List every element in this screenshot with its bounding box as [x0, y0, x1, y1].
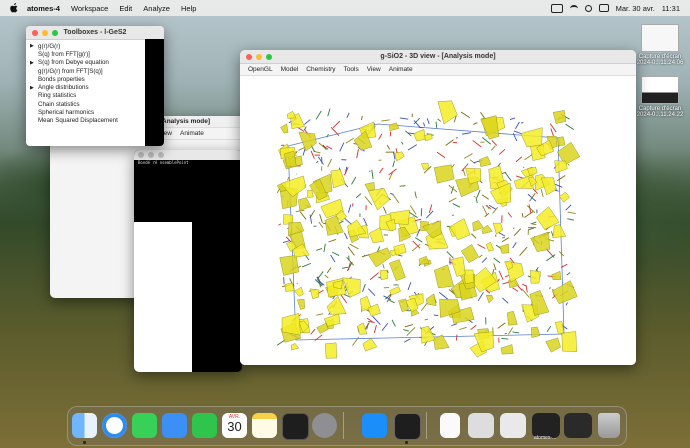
atomes-minimized-label: atomes-... — [534, 435, 557, 441]
control-center-icon[interactable] — [598, 4, 609, 12]
battery-icon[interactable] — [550, 3, 563, 13]
molecular-3d-viewport[interactable] — [240, 76, 636, 365]
minimize-button[interactable] — [256, 53, 262, 60]
graph-console-text: Bondé ré nsemblePoint — [138, 160, 189, 165]
toolbox-list: ▶ g(r)/G(r) S(q) from FFT[g(r)] ▶ S(q) from … — [26, 40, 164, 125]
toolbox-item[interactable]: Mean Squared Displacement — [26, 117, 164, 125]
messages-icon[interactable] — [132, 413, 157, 438]
toolbox-item[interactable]: Bonds properties — [26, 75, 164, 83]
file-thumbnail — [641, 24, 679, 52]
menu-edit[interactable]: Edit — [119, 4, 132, 13]
desktop-file-screenshot-1[interactable]: Capture d'écran 2024-0...11.24.06 — [630, 24, 690, 66]
system-settings-icon[interactable] — [312, 413, 337, 438]
view3d-titlebar[interactable]: g-SiO2 - 3D view - [Analysis mode] — [240, 50, 636, 64]
toolbox-item[interactable]: g(r)/G(r) from FFT[S(q)] — [26, 67, 164, 75]
minimize-button[interactable] — [148, 152, 154, 158]
toolbox-item[interactable]: ▶ g(r)/G(r) — [26, 42, 164, 50]
bg-window-title: Analysis mode] — [162, 118, 211, 125]
minimize-button[interactable] — [42, 29, 48, 36]
menu-animate[interactable]: Animate — [180, 130, 204, 137]
running-indicator — [405, 441, 408, 444]
file-subname: 2024-0...11.24.06 — [636, 60, 684, 66]
apple-menu-icon[interactable] — [9, 3, 19, 13]
notes-icon[interactable] — [252, 413, 277, 438]
close-button[interactable] — [246, 53, 252, 60]
menu-date[interactable]: Mar. 30 avr. — [616, 4, 655, 13]
expand-arrow-icon[interactable]: ▶ — [30, 60, 34, 66]
desktop-file-screenshot-2[interactable]: Capture d'écran 2024-0...11.24.22 — [630, 76, 690, 118]
menu-view[interactable]: View — [367, 66, 381, 73]
close-button[interactable] — [32, 29, 38, 36]
minimized-window-2[interactable] — [500, 413, 526, 438]
calendar-icon[interactable]: AVR. 30 — [222, 413, 247, 438]
toolbox-item[interactable]: Chain statistics — [26, 100, 164, 108]
menu-animate[interactable]: Animate — [389, 66, 413, 73]
dock-separator — [343, 412, 344, 439]
search-icon[interactable] — [584, 4, 592, 12]
zoom-button[interactable] — [158, 152, 164, 158]
toolbox-item-label: Ring statistics — [38, 92, 77, 100]
trash-icon[interactable] — [598, 413, 620, 438]
graph-window[interactable]: Bondé ré nsemblePoint — [134, 150, 242, 372]
minimized-window-3[interactable] — [564, 413, 592, 438]
toolbox-item-label: Chain statistics — [38, 100, 80, 108]
menu-bar: atomes-4 Workspace Edit Analyze Help Mar… — [0, 0, 690, 16]
menu-app-name[interactable]: atomes-4 — [27, 4, 60, 13]
toolbox-item[interactable]: S(q) from FFT[g(r)] — [26, 50, 164, 58]
view3d-title: g-SiO2 - 3D view - [Analysis mode] — [380, 53, 496, 60]
toolbox-dark-strip — [145, 39, 164, 146]
toolbox-item-label: Mean Squared Displacement — [38, 117, 118, 125]
zoom-button[interactable] — [52, 29, 58, 36]
view3d-window[interactable]: g-SiO2 - 3D view - [Analysis mode] OpenG… — [240, 50, 636, 365]
toolboxes-window[interactable]: Toolboxes - l-GeS2 ▶ g(r)/G(r) S(q) from F… — [26, 26, 164, 146]
finder-icon[interactable] — [72, 413, 97, 438]
atoms-and-bonds — [276, 100, 581, 359]
menu-analyze[interactable]: Analyze — [143, 4, 170, 13]
toolbox-item-label: g(r)/G(r) from FFT[S(q)] — [38, 67, 103, 75]
facetime-icon[interactable] — [192, 413, 217, 438]
document-icon[interactable] — [440, 413, 460, 438]
mail-icon[interactable] — [162, 413, 187, 438]
toolbox-item-label: Angle distributions — [38, 84, 89, 92]
menu-time[interactable]: 11:31 — [662, 4, 680, 13]
toolboxes-titlebar[interactable]: Toolboxes - l-GeS2 — [26, 26, 164, 40]
zoom-button[interactable] — [266, 53, 272, 60]
safari-icon[interactable] — [102, 413, 127, 438]
toolbox-item[interactable]: ▶ S(q) from Debye equation — [26, 59, 164, 67]
toolbox-item[interactable]: ▶ Angle distributions — [26, 83, 164, 91]
graph-window-titlebar[interactable] — [134, 150, 242, 160]
menu-opengl[interactable]: OpenGL — [248, 66, 273, 73]
menu-tools[interactable]: Tools — [344, 66, 359, 73]
expand-arrow-icon[interactable]: ▶ — [30, 43, 34, 49]
toolbox-item[interactable]: Ring statistics — [26, 92, 164, 100]
calendar-day: 30 — [227, 419, 242, 434]
file-subname: 2024-0...11.24.22 — [636, 112, 684, 118]
app-store-icon[interactable] — [362, 413, 387, 438]
expand-arrow-icon[interactable]: ▶ — [30, 85, 34, 91]
running-indicator — [83, 441, 86, 444]
terminal-icon[interactable] — [282, 413, 309, 440]
view3d-menubar: OpenGL Model Chemistry Tools View Animat… — [240, 64, 636, 76]
menu-chemistry[interactable]: Chemistry — [306, 66, 335, 73]
toolbox-item-label: S(q) from FFT[g(r)] — [38, 50, 90, 58]
atomes-app-icon[interactable] — [394, 413, 421, 440]
minimized-window-1[interactable] — [468, 413, 494, 438]
file-thumbnail — [641, 76, 679, 104]
menu-workspace[interactable]: Workspace — [71, 4, 108, 13]
menu-model[interactable]: Model — [281, 66, 299, 73]
dock: AVR. 30 atomes-... — [67, 406, 627, 446]
toolbox-item-label: Bonds properties — [38, 75, 85, 83]
menu-help[interactable]: Help — [181, 4, 196, 13]
dock-separator — [426, 412, 427, 439]
console-line: Bondé ré nsemblePoint — [138, 160, 189, 165]
graph-canvas — [134, 222, 192, 372]
toolbox-item[interactable]: Spherical harmonics — [26, 108, 164, 116]
wifi-icon[interactable] — [569, 4, 578, 12]
toolbox-item-label: g(r)/G(r) — [38, 42, 61, 50]
toolbox-item-label: S(q) from Debye equation — [38, 59, 109, 67]
toolbox-item-label: Spherical harmonics — [38, 109, 95, 117]
close-button[interactable] — [138, 152, 144, 158]
